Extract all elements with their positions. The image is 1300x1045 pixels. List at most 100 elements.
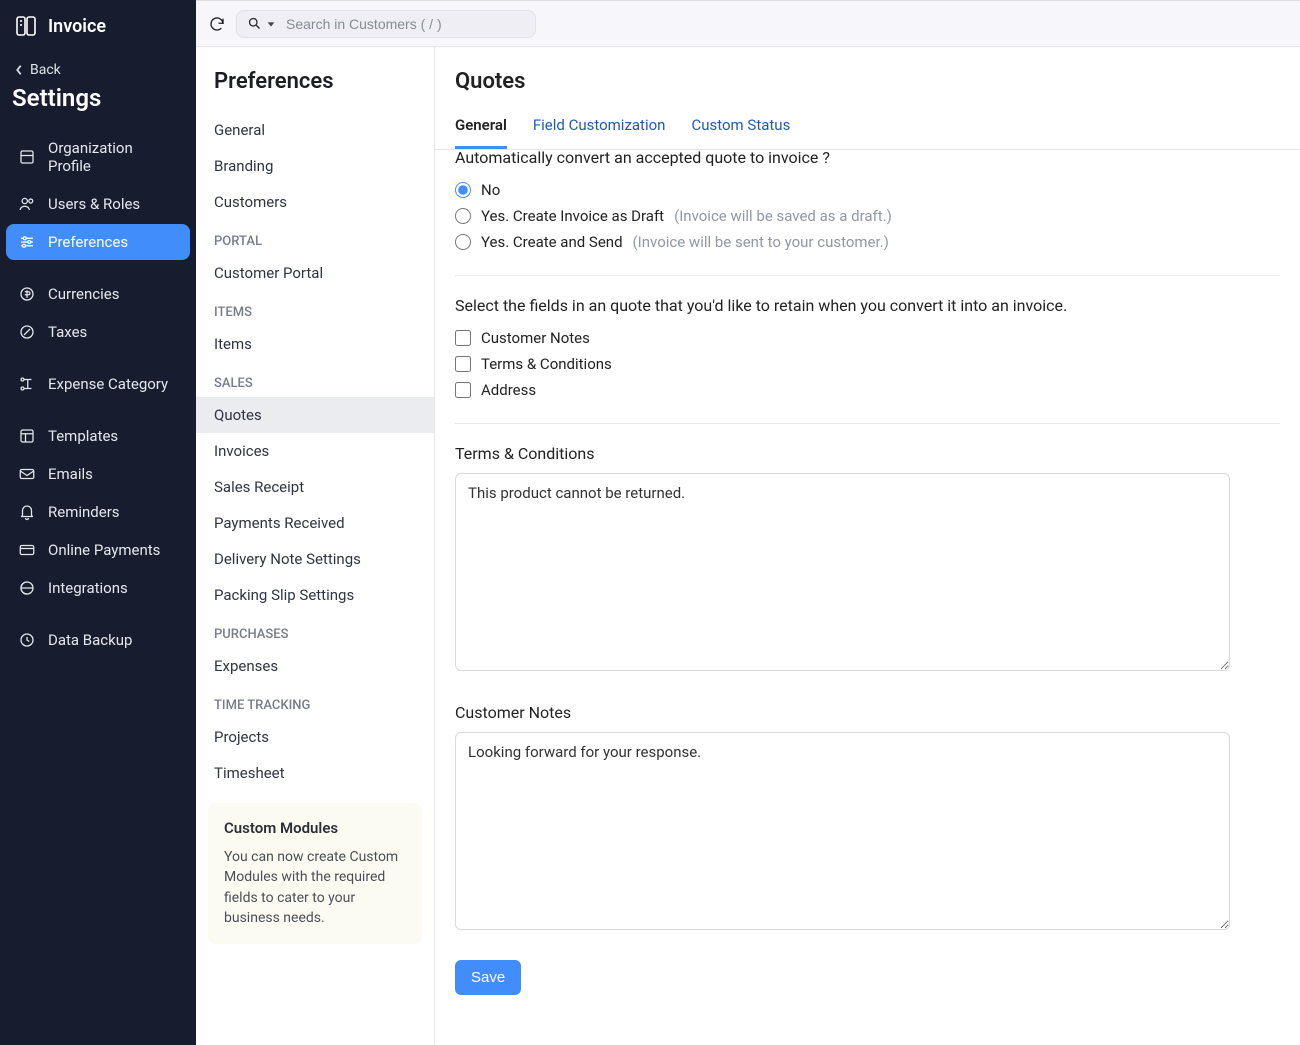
prefs-item-general[interactable]: General <box>196 112 434 148</box>
prefs-group-purchases: PURCHASES <box>196 613 434 648</box>
radio-option-draft[interactable]: Yes. Create Invoice as Draft (Invoice wi… <box>455 203 1280 229</box>
radio-send[interactable] <box>455 234 471 250</box>
backup-icon <box>18 631 36 649</box>
preferences-title: Preferences <box>196 47 434 112</box>
tabs: General Field Customization Custom Statu… <box>435 94 1300 150</box>
tax-icon <box>18 323 36 341</box>
nav-label: Organization Profile <box>48 139 178 175</box>
check-address[interactable]: Address <box>455 377 1280 403</box>
nav-templates[interactable]: Templates <box>6 418 190 454</box>
radio-label: No <box>481 181 500 199</box>
nav-organization-profile[interactable]: Organization Profile <box>6 130 190 184</box>
custom-modules-card: Custom Modules You can now create Custom… <box>208 803 422 944</box>
prefs-item-sales-receipt[interactable]: Sales Receipt <box>196 469 434 505</box>
nav-preferences[interactable]: Preferences <box>6 224 190 260</box>
form-area[interactable]: Automatically convert an accepted quote … <box>435 150 1300 1045</box>
check-customer-notes[interactable]: Customer Notes <box>455 325 1280 351</box>
back-label: Back <box>30 62 61 78</box>
emails-icon <box>18 465 36 483</box>
prefs-item-projects[interactable]: Projects <box>196 719 434 755</box>
settings-nav: Organization Profile Users & Roles Prefe… <box>0 128 196 660</box>
expense-icon <box>18 375 36 393</box>
prefs-item-quotes[interactable]: Quotes <box>196 397 434 433</box>
terms-heading: Terms & Conditions <box>455 444 1280 463</box>
checkbox-address[interactable] <box>455 382 471 398</box>
nav-currencies[interactable]: Currencies <box>6 276 190 312</box>
nav-users-roles[interactable]: Users & Roles <box>6 186 190 222</box>
page-title: Quotes <box>455 69 1280 94</box>
radio-option-no[interactable]: No <box>455 177 1280 203</box>
nav-label: Online Payments <box>48 541 160 559</box>
tab-custom-status[interactable]: Custom Status <box>691 116 790 149</box>
prefs-item-customer-portal[interactable]: Customer Portal <box>196 255 434 291</box>
notes-textarea[interactable] <box>455 732 1230 930</box>
refresh-icon[interactable] <box>208 15 226 33</box>
nav-emails[interactable]: Emails <box>6 456 190 492</box>
check-label: Customer Notes <box>481 329 590 347</box>
radio-label: Yes. Create Invoice as Draft <box>481 207 664 225</box>
integrations-icon <box>18 579 36 597</box>
prefs-item-timesheet[interactable]: Timesheet <box>196 755 434 791</box>
retain-fields-label: Select the fields in an quote that you'd… <box>455 296 1280 315</box>
nav-label: Reminders <box>48 503 120 521</box>
prefs-item-packing-slip[interactable]: Packing Slip Settings <box>196 577 434 613</box>
chevron-left-icon <box>14 64 24 76</box>
prefs-item-payments-received[interactable]: Payments Received <box>196 505 434 541</box>
prefs-group-items: ITEMS <box>196 291 434 326</box>
nav-label: Emails <box>48 465 93 483</box>
back-link[interactable]: Back <box>0 52 196 78</box>
checkbox-terms[interactable] <box>455 356 471 372</box>
check-label: Address <box>481 381 536 399</box>
nav-data-backup[interactable]: Data Backup <box>6 622 190 658</box>
nav-label: Taxes <box>48 323 87 341</box>
users-icon <box>18 195 36 213</box>
prefs-item-customers[interactable]: Customers <box>196 184 434 220</box>
chevron-down-icon[interactable] <box>266 19 276 29</box>
search-icon <box>247 16 262 32</box>
radio-no[interactable] <box>455 182 471 198</box>
search-input[interactable] <box>286 16 525 32</box>
nav-expense-category[interactable]: Expense Category <box>6 366 190 402</box>
prefs-item-invoices[interactable]: Invoices <box>196 433 434 469</box>
invoice-logo-icon <box>14 14 38 38</box>
custom-modules-title: Custom Modules <box>224 819 406 837</box>
brand: Invoice <box>0 0 196 52</box>
prefs-item-items[interactable]: Items <box>196 326 434 362</box>
search-box[interactable] <box>236 10 536 38</box>
topbar <box>196 1 1300 47</box>
brand-name: Invoice <box>48 16 106 37</box>
checkbox-customer-notes[interactable] <box>455 330 471 346</box>
radio-option-send[interactable]: Yes. Create and Send (Invoice will be se… <box>455 229 1280 255</box>
nav-integrations[interactable]: Integrations <box>6 570 190 606</box>
prefs-item-branding[interactable]: Branding <box>196 148 434 184</box>
payments-icon <box>18 541 36 559</box>
terms-textarea[interactable] <box>455 473 1230 671</box>
tab-field-customization[interactable]: Field Customization <box>533 116 666 149</box>
check-terms[interactable]: Terms & Conditions <box>455 351 1280 377</box>
reminders-icon <box>18 503 36 521</box>
nav-label: Data Backup <box>48 631 132 649</box>
prefs-item-delivery-note[interactable]: Delivery Note Settings <box>196 541 434 577</box>
nav-label: Currencies <box>48 285 120 303</box>
templates-icon <box>18 427 36 445</box>
nav-label: Expense Category <box>48 375 168 393</box>
radio-draft[interactable] <box>455 208 471 224</box>
nav-taxes[interactable]: Taxes <box>6 314 190 350</box>
preferences-sidebar: Preferences General Branding Customers P… <box>196 47 435 1045</box>
preferences-icon <box>18 233 36 251</box>
check-label: Terms & Conditions <box>481 355 612 373</box>
nav-label: Integrations <box>48 579 128 597</box>
currency-icon <box>18 285 36 303</box>
prefs-group-portal: PORTAL <box>196 220 434 255</box>
notes-heading: Customer Notes <box>455 703 1280 722</box>
prefs-item-expenses[interactable]: Expenses <box>196 648 434 684</box>
nav-reminders[interactable]: Reminders <box>6 494 190 530</box>
nav-label: Templates <box>48 427 118 445</box>
save-button[interactable]: Save <box>455 960 521 995</box>
tab-general[interactable]: General <box>455 116 507 149</box>
divider <box>455 423 1280 424</box>
settings-title: Settings <box>0 78 196 128</box>
prefs-group-sales: SALES <box>196 362 434 397</box>
radio-label: Yes. Create and Send <box>481 233 623 251</box>
nav-online-payments[interactable]: Online Payments <box>6 532 190 568</box>
